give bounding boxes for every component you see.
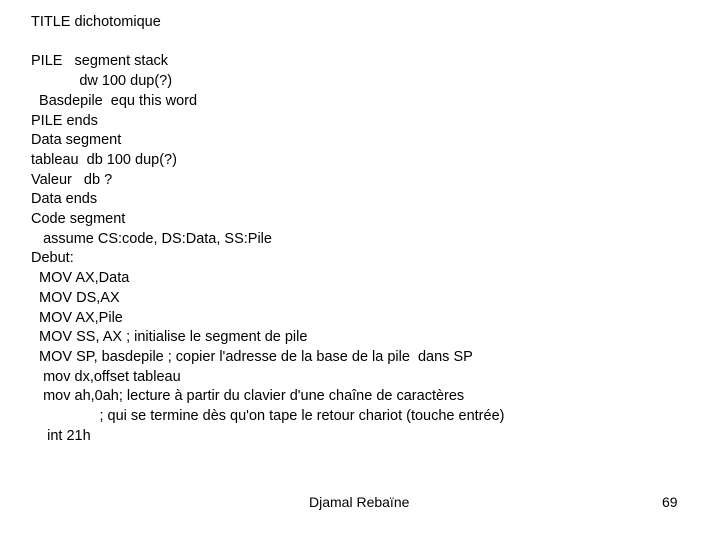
- code-line: dw 100 dup(?): [31, 73, 173, 90]
- code-line: MOV AX,Pile: [31, 309, 123, 326]
- footer-page-number: 69: [662, 494, 678, 510]
- slide-footer: Djamal Rebaïne 69: [0, 494, 720, 516]
- code-line: ; qui se termine dès qu'on tape le retou…: [31, 408, 505, 425]
- code-line: PILE ends: [31, 112, 98, 129]
- slide-canvas: TITLE dichotomique PILE segment stack dw…: [0, 0, 720, 540]
- code-line: Debut:: [31, 250, 74, 267]
- code-line: MOV AX,Data: [31, 270, 130, 287]
- code-line: Valeur db ?: [31, 171, 113, 188]
- code-line: MOV DS,AX: [31, 289, 120, 306]
- code-line: int 21h: [31, 427, 91, 444]
- code-line: Code segment: [31, 211, 126, 228]
- code-line: Data segment: [31, 132, 122, 149]
- code-line: Data ends: [31, 191, 98, 208]
- code-line: assume CS:code, DS:Data, SS:Pile: [31, 230, 272, 247]
- code-line: Basdepile equ this word: [31, 92, 198, 109]
- code-line: MOV SS, AX ; initialise le segment de pi…: [31, 329, 308, 346]
- code-line: mov dx,offset tableau: [31, 368, 181, 385]
- code-line: mov ah,0ah; lecture à partir du clavier …: [31, 388, 465, 405]
- code-line: PILE segment stack: [31, 53, 169, 70]
- assembly-code-block: TITLE dichotomique PILE segment stack dw…: [31, 13, 691, 446]
- code-line: tableau db 100 dup(?): [31, 151, 177, 168]
- code-line: TITLE dichotomique: [31, 14, 161, 30]
- code-line: MOV SP, basdepile ; copier l'adresse de …: [31, 348, 473, 365]
- footer-author: Djamal Rebaïne: [309, 494, 410, 510]
